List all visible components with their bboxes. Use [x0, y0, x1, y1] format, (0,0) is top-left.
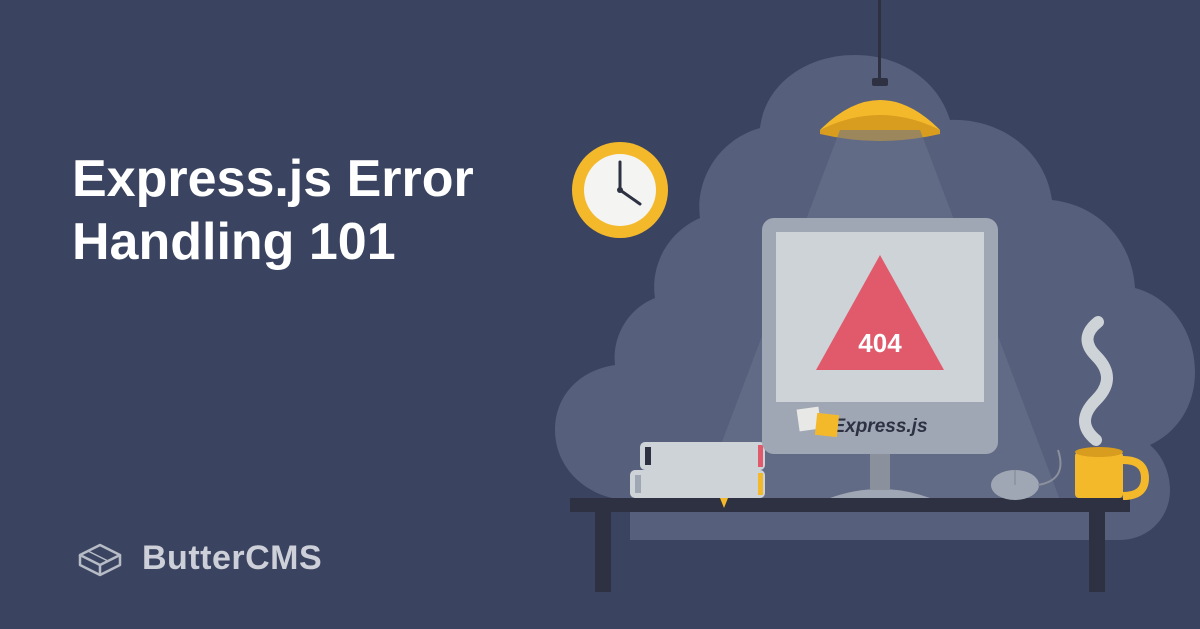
- lamp-cord: [878, 0, 881, 85]
- wall-clock: [572, 142, 668, 238]
- illustration-scene: 404 Express.js: [500, 0, 1200, 629]
- butter-icon: [72, 537, 128, 579]
- brand-logo: ButterCMS: [72, 537, 322, 579]
- sticky-note: [815, 413, 839, 437]
- framework-label: Express.js: [832, 416, 927, 437]
- brand-name: ButterCMS: [142, 539, 322, 578]
- error-code-text: 404: [858, 328, 902, 358]
- page-title: Express.js Error Handling 101: [72, 148, 552, 275]
